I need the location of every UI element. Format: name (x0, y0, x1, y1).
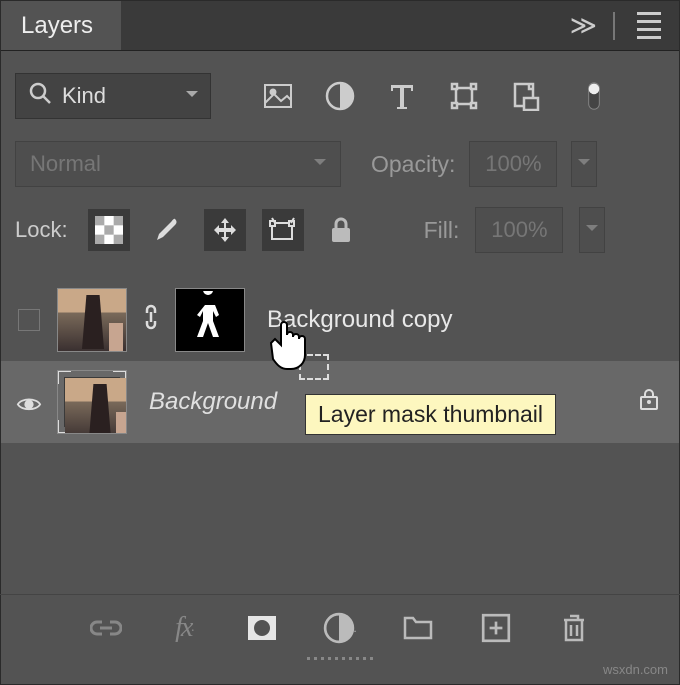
fill-label: Fill: (424, 217, 460, 244)
opacity-chevron[interactable] (571, 141, 597, 187)
chevron-down-icon (586, 217, 598, 243)
fill-chevron[interactable] (579, 207, 605, 253)
filter-pixel-icon[interactable] (261, 81, 295, 111)
panel-menu-button[interactable] (619, 12, 679, 39)
fill-value[interactable]: 100% (475, 207, 563, 253)
filter-toggle[interactable] (577, 81, 611, 111)
blend-mode-select[interactable]: Normal (15, 141, 341, 187)
divider (613, 12, 615, 40)
chevron-down-icon (314, 151, 326, 177)
chevron-down-icon (186, 83, 198, 109)
filter-kind-label: Kind (62, 83, 176, 109)
cursor-hand-icon (259, 317, 313, 371)
visibility-toggle[interactable] (18, 309, 40, 331)
layer-mask-thumbnail[interactable] (175, 288, 245, 352)
link-icon (141, 304, 161, 336)
lock-position-button[interactable] (204, 209, 246, 251)
new-group-button[interactable] (399, 613, 437, 643)
filter-type-icon[interactable] (385, 81, 419, 111)
filter-kind-select[interactable]: Kind (15, 73, 211, 119)
search-icon (28, 81, 52, 111)
panel-titlebar: Layers ≫ (1, 1, 679, 51)
lock-all-button[interactable] (320, 209, 362, 251)
blend-mode-label: Normal (30, 151, 314, 177)
lock-transparent-button[interactable] (88, 209, 130, 251)
new-layer-button[interactable] (477, 613, 515, 643)
filter-smartobject-icon[interactable] (509, 81, 543, 111)
panel-resize-handle[interactable] (295, 657, 385, 663)
watermark: wsxdn.com (603, 662, 668, 677)
panel-tab-layers[interactable]: Layers (1, 1, 121, 50)
link-layers-button[interactable] (87, 613, 125, 643)
panel-title: Layers (21, 12, 93, 40)
opacity-value[interactable]: 100% (469, 141, 557, 187)
lock-label: Lock: (15, 217, 68, 243)
layer-thumbnail[interactable] (57, 370, 127, 434)
add-mask-button[interactable] (243, 613, 281, 643)
opacity-label: Opacity: (371, 151, 455, 178)
filter-shape-icon[interactable] (447, 81, 481, 111)
delete-layer-button[interactable] (555, 613, 593, 643)
visibility-toggle[interactable] (16, 393, 42, 411)
layer-style-button[interactable]: fx. (165, 613, 203, 643)
lock-artboard-button[interactable] (262, 209, 304, 251)
filter-adjustment-icon[interactable] (323, 81, 357, 111)
chevron-down-icon (578, 151, 590, 177)
collapse-button[interactable]: ≫ (558, 10, 609, 41)
lock-image-button[interactable] (146, 209, 188, 251)
tooltip: Layer mask thumbnail (305, 394, 556, 435)
new-adjustment-button[interactable]: . (321, 613, 359, 643)
layer-row[interactable]: Background copy Layer mask thumbnail (1, 279, 679, 361)
layer-thumbnail[interactable] (57, 288, 127, 352)
lock-icon (637, 388, 661, 416)
layer-name[interactable]: Background (149, 388, 277, 416)
